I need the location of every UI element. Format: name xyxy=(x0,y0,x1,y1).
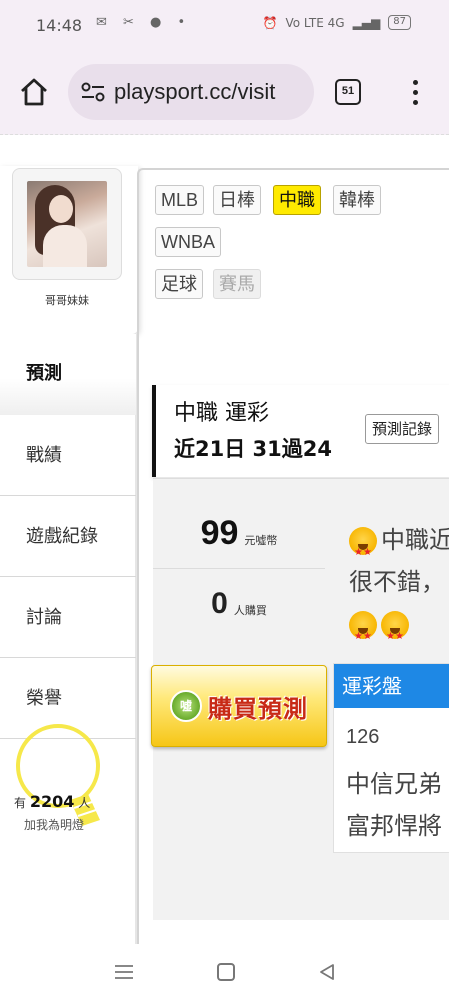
browser-toolbar: playsport.cc/visit 51 xyxy=(0,50,449,135)
prediction-record: 近21日 31過24 xyxy=(174,437,332,461)
prediction-history-button[interactable]: 預測記錄 xyxy=(365,414,440,444)
system-nav-bar xyxy=(0,944,449,1000)
price-row: 99 元噓幣 xyxy=(153,499,325,569)
league-wnba[interactable]: WNBA xyxy=(155,227,221,257)
sidebar-item-predictions[interactable]: 預測 xyxy=(0,334,136,415)
coin-icon: 噓 xyxy=(170,690,202,722)
league-kbo[interactable]: 韓棒 xyxy=(333,185,381,215)
network-label: Vo LTE 4G xyxy=(285,15,345,30)
prediction-header: 中職 運彩 近21日 31過24 預測記錄 xyxy=(152,385,449,477)
avatar-frame[interactable] xyxy=(12,168,122,280)
price-box: 99 元噓幣 0 人購買 xyxy=(153,499,325,639)
address-bar[interactable]: playsport.cc/visit xyxy=(68,64,314,120)
alarm-icon: ⏰ xyxy=(262,15,278,30)
star-eyes-emoji-icon xyxy=(349,527,377,574)
nav-back-icon[interactable] xyxy=(318,963,336,981)
follow-caption[interactable]: 加我為明燈 xyxy=(24,816,84,833)
buyers-row: 0 人購買 xyxy=(153,569,325,639)
battery-icon: 87 xyxy=(388,15,411,30)
profile-card: 哥哥妹妹 xyxy=(0,166,138,334)
team-home: 富邦悍將 xyxy=(346,812,442,840)
prediction-title: 中職 運彩 xyxy=(174,401,269,426)
odds-table: 運彩盤 126 中信兄弟 富邦悍將 xyxy=(333,663,449,853)
status-time: 14:48 xyxy=(36,16,83,35)
home-icon[interactable] xyxy=(18,76,50,108)
buyers-count: 0 xyxy=(211,587,228,620)
odds-table-header: 運彩盤 xyxy=(334,664,449,708)
status-bar: 14:48 ✉ ✂ ● • ⏰ Vo LTE 4G ▂▄▆ 87 xyxy=(0,0,449,50)
buyers-unit: 人購買 xyxy=(233,604,267,617)
site-settings-icon[interactable] xyxy=(80,81,106,103)
system-icons: ⏰ Vo LTE 4G ▂▄▆ 87 xyxy=(262,15,411,30)
prediction-description: 中職近 很不錯， xyxy=(349,519,449,658)
nav-home-icon[interactable] xyxy=(216,963,235,981)
star-eyes-emoji-icon xyxy=(349,611,377,658)
star-eyes-emoji-icon xyxy=(381,611,409,658)
sidebar-nav: 預測 戰績 遊戲紀錄 討論 榮譽 xyxy=(0,334,138,944)
sidebar-item-discussion[interactable]: 討論 xyxy=(0,577,136,658)
more-menu-icon[interactable] xyxy=(406,77,424,109)
team-away: 中信兄弟 xyxy=(346,770,442,798)
web-page: 哥哥妹妹 預測 戰績 遊戲紀錄 討論 榮譽 有 2204 人 加我為明燈 MLB… xyxy=(0,136,449,944)
game-number: 126 xyxy=(346,726,380,748)
league-cpbl[interactable]: 中職 xyxy=(273,185,321,215)
price-unit: 元噓幣 xyxy=(244,533,278,547)
buy-prediction-button[interactable]: 噓 購買預測 xyxy=(151,665,327,747)
username: 哥哥妹妹 xyxy=(45,294,89,307)
prediction-content: 99 元噓幣 0 人購買 中職近 很不錯， 噓 購買預測 運彩盤 126 中信兄… xyxy=(151,478,449,920)
sidebar-item-game-log[interactable]: 遊戲紀錄 xyxy=(0,496,136,577)
fan-count: 有 2204 人 xyxy=(14,792,91,811)
league-npb[interactable]: 日棒 xyxy=(213,185,261,215)
notification-icons: ✉ ✂ ● • xyxy=(96,15,192,30)
recent-apps-icon[interactable] xyxy=(114,964,134,980)
buy-prediction-label: 購買預測 xyxy=(208,694,308,723)
tab-switcher-button[interactable]: 51 xyxy=(335,79,361,105)
price-value: 99 xyxy=(200,514,239,552)
signal-icon: ▂▄▆ xyxy=(352,15,381,30)
sidebar-item-record[interactable]: 戰績 xyxy=(0,415,136,496)
league-horse-racing: 賽馬 xyxy=(213,269,261,299)
url-text: playsport.cc/visit xyxy=(114,79,276,104)
avatar xyxy=(27,181,107,267)
league-mlb[interactable]: MLB xyxy=(155,185,205,215)
league-soccer[interactable]: 足球 xyxy=(155,269,203,299)
